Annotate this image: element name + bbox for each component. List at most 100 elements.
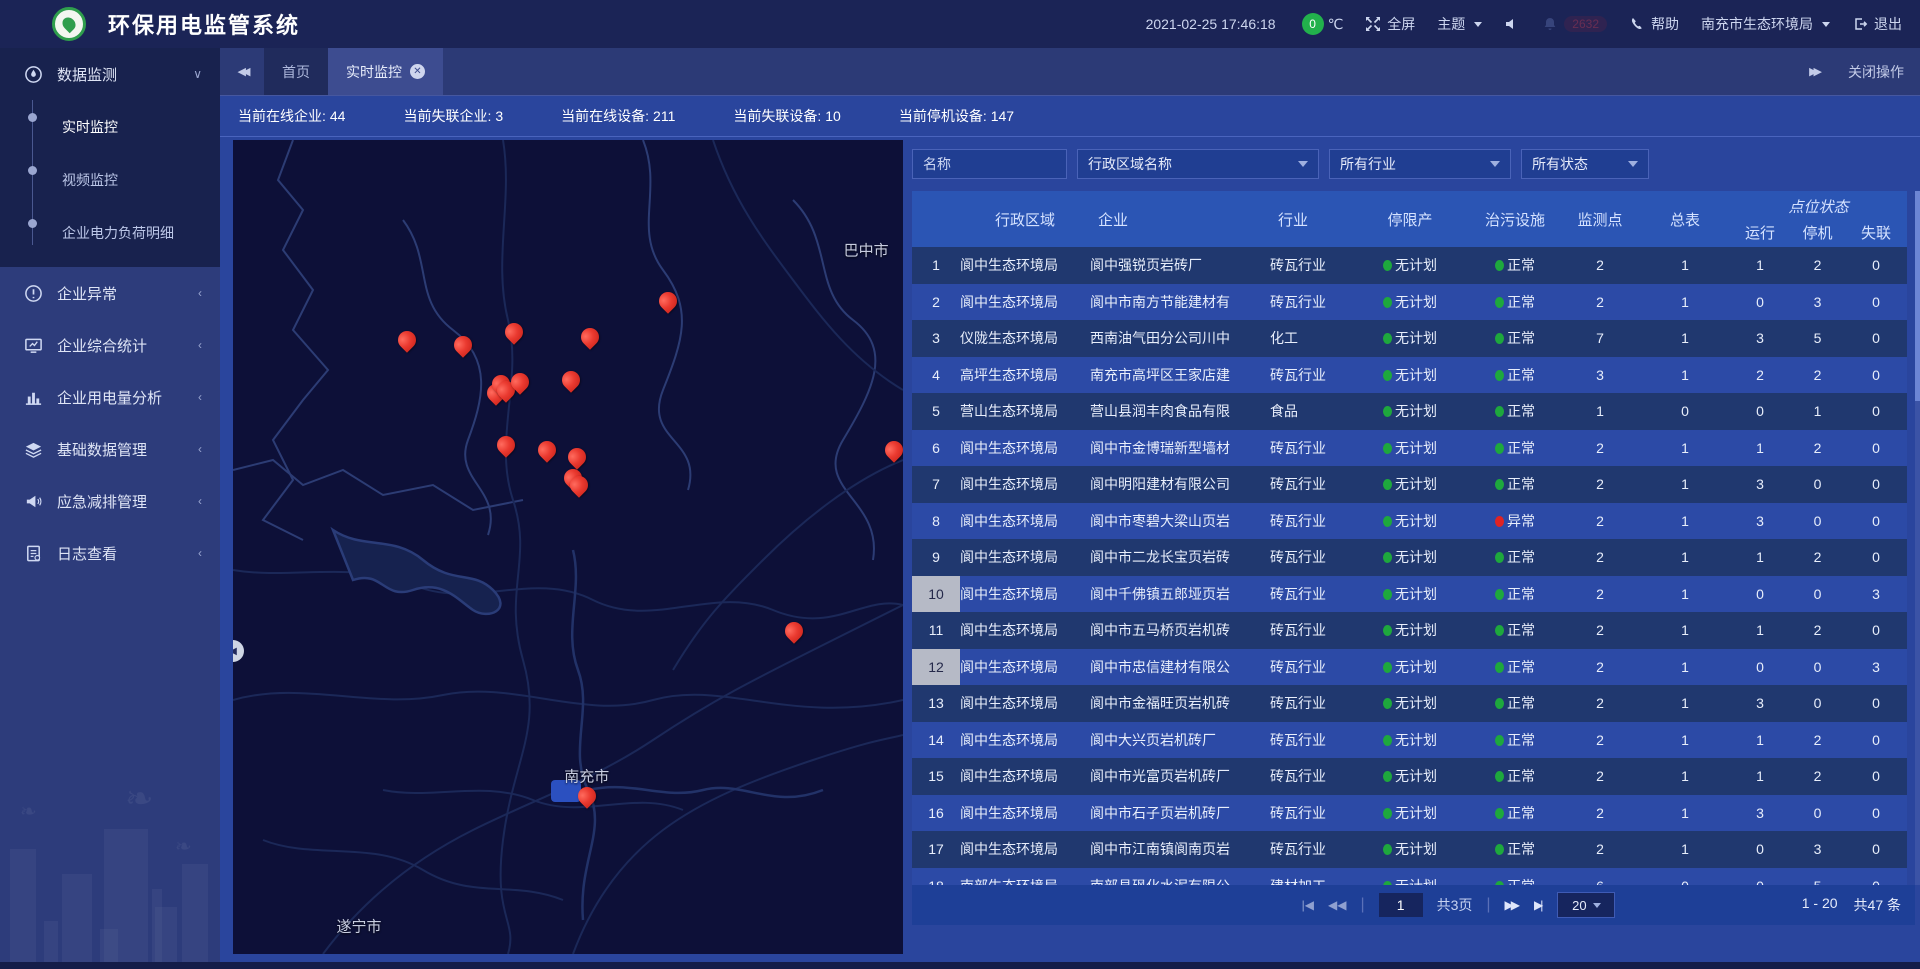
tab-home[interactable]: 首页: [264, 48, 328, 95]
next-page-button[interactable]: ▶▶: [1505, 898, 1520, 912]
table-scrollbar[interactable]: [1915, 191, 1920, 885]
map-pin[interactable]: [510, 372, 530, 398]
status-dot: [1383, 443, 1392, 454]
page-size-select[interactable]: 20: [1557, 892, 1615, 918]
map-pin[interactable]: [504, 322, 524, 348]
region-select[interactable]: 行政区域名称: [1077, 149, 1319, 179]
close-operations-button[interactable]: 关闭操作: [1848, 62, 1904, 82]
mute-button[interactable]: [1504, 16, 1520, 32]
logout-icon: [1852, 16, 1868, 32]
region-cell: 阆中生态环境局: [960, 584, 1090, 604]
fullscreen-button[interactable]: 全屏: [1365, 14, 1415, 34]
map-pin[interactable]: [397, 330, 417, 356]
stop-count-cell: 2: [1790, 768, 1845, 784]
industry-cell: 砖瓦行业: [1270, 511, 1350, 531]
org-dropdown[interactable]: 南充市生态环境局: [1701, 14, 1830, 34]
region-select-value: 行政区域名称: [1088, 154, 1172, 174]
chevron-left-icon: ‹: [198, 546, 202, 560]
tab-close-icon[interactable]: ✕: [410, 64, 425, 79]
table-row[interactable]: 9 阆中生态环境局 阆中市二龙长宝页岩砖 砖瓦行业 无计划 正常 2 1 1 2…: [912, 539, 1907, 576]
status-dot: [1495, 625, 1504, 636]
industry-cell: 砖瓦行业: [1270, 803, 1350, 823]
last-page-button[interactable]: ▶|: [1534, 898, 1543, 912]
table-row[interactable]: 3 仪陇生态环境局 西南油气田分公司川中 化工 无计划 正常 7 1 3 5 0: [912, 320, 1907, 357]
status-select[interactable]: 所有状态: [1521, 149, 1649, 179]
table-row[interactable]: 17 阆中生态环境局 阆中市江南镇阆南页岩 砖瓦行业 无计划 正常 2 1 0 …: [912, 831, 1907, 868]
map-panel[interactable]: ◀ 巴中市 南充市 遂宁市: [233, 140, 903, 954]
lost-count-cell: 3: [1845, 659, 1907, 675]
chevron-down-icon: [1474, 22, 1482, 27]
megaphone-icon: [24, 492, 43, 511]
table-row[interactable]: 11 阆中生态环境局 阆中市五马桥页岩机砖 砖瓦行业 无计划 正常 2 1 1 …: [912, 612, 1907, 649]
run-count-cell: 0: [1730, 878, 1790, 885]
theme-dropdown[interactable]: 主题: [1437, 14, 1482, 34]
map-pin[interactable]: [884, 440, 903, 466]
lost-count-cell: 0: [1845, 257, 1907, 273]
region-cell: 阆中生态环境局: [960, 474, 1090, 494]
table-row[interactable]: 14 阆中生态环境局 阆中大兴页岩机砖厂 砖瓦行业 无计划 正常 2 1 1 2…: [912, 722, 1907, 759]
table-row[interactable]: 2 阆中生态环境局 阆中市南方节能建材有 砖瓦行业 无计划 正常 2 1 0 3…: [912, 284, 1907, 321]
sidebar-item-enterprise-abnormal[interactable]: 企业异常 ‹: [0, 267, 220, 319]
map-pin[interactable]: [577, 786, 597, 812]
sidebar-item-data-monitoring[interactable]: 数据监测 ∨: [0, 48, 220, 100]
map-pin[interactable]: [784, 621, 804, 647]
sidebar-item-power-analysis[interactable]: 企业用电量分析 ‹: [0, 371, 220, 423]
tab-bar: ◀◀ 首页 实时监控 ✕ ▶▶ 关闭操作: [220, 48, 1920, 96]
run-count-cell: 3: [1730, 695, 1790, 711]
table-row[interactable]: 5 营山生态环境局 营山县润丰肉食品有限 食品 无计划 正常 1 0 0 1 0: [912, 393, 1907, 430]
company-cell: 阆中市二龙长宝页岩砖: [1090, 547, 1270, 567]
sidebar-submenu-item[interactable]: 实时监控: [0, 100, 220, 153]
tab-realtime-monitoring[interactable]: 实时监控 ✕: [328, 48, 443, 95]
stop-count-cell: 0: [1790, 695, 1845, 711]
sidebar-item-basic-data[interactable]: 基础数据管理 ‹: [0, 423, 220, 475]
table-row[interactable]: 12 阆中生态环境局 阆中市忠信建材有限公 砖瓦行业 无计划 正常 2 1 0 …: [912, 649, 1907, 686]
map-pin[interactable]: [453, 335, 473, 361]
map-pin[interactable]: [658, 291, 678, 317]
meter-cell: 1: [1640, 257, 1730, 273]
prev-page-button[interactable]: ◀◀: [1328, 898, 1346, 912]
first-page-button[interactable]: |◀: [1302, 898, 1314, 912]
map-pin[interactable]: [561, 370, 581, 396]
table-row[interactable]: 1 阆中生态环境局 阆中强锐页岩砖厂 砖瓦行业 无计划 正常 2 1 1 2 0: [912, 247, 1907, 284]
scrollbar-thumb[interactable]: [1915, 191, 1920, 401]
stop-count-cell: 2: [1790, 732, 1845, 748]
tab-scroll-left-button[interactable]: ◀◀: [220, 48, 264, 95]
table-row[interactable]: 15 阆中生态环境局 阆中市光富页岩机砖厂 砖瓦行业 无计划 正常 2 1 1 …: [912, 758, 1907, 795]
stat-stopped-devices: 当前停机设备:147: [899, 106, 1014, 126]
sidebar-submenu-item[interactable]: 视频监控: [0, 153, 220, 206]
map-pin[interactable]: [496, 435, 516, 461]
chevron-down-icon: [1822, 22, 1830, 27]
stop-count-cell: 0: [1790, 805, 1845, 821]
tab-scroll-right-button[interactable]: ▶▶: [1809, 65, 1822, 78]
page-number-input[interactable]: [1379, 893, 1423, 917]
notifications[interactable]: 2632: [1542, 16, 1607, 32]
table-row[interactable]: 16 阆中生态环境局 阆中市石子页岩机砖厂 砖瓦行业 无计划 正常 2 1 3 …: [912, 795, 1907, 832]
map-pin[interactable]: [569, 475, 589, 501]
map-pin[interactable]: [580, 327, 600, 353]
table-row[interactable]: 7 阆中生态环境局 阆中明阳建材有限公司 砖瓦行业 无计划 正常 2 1 3 0…: [912, 466, 1907, 503]
name-search-input[interactable]: [912, 149, 1067, 179]
map-pin[interactable]: [537, 440, 557, 466]
total-pages-label: 共3页: [1437, 895, 1473, 915]
table-header: 行政区域 企业 行业 停限产 治污设施 监测点 总表 点位状态 运行 停机 失联: [912, 191, 1907, 247]
sidebar-submenu-item[interactable]: 企业电力负荷明细: [0, 206, 220, 259]
meter-cell: 1: [1640, 659, 1730, 675]
meter-cell: 1: [1640, 586, 1730, 602]
app-header: 环保用电监管系统 2021-02-25 17:46:18 0 ℃ 全屏 主题: [0, 0, 1920, 48]
table-row[interactable]: 4 高坪生态环境局 南充市高坪区王家店建 砖瓦行业 无计划 正常 3 1 2 2…: [912, 357, 1907, 394]
chevron-left-icon: ‹: [198, 494, 202, 508]
table-row[interactable]: 6 阆中生态环境局 阆中市金博瑞新型墙材 砖瓦行业 无计划 正常 2 1 1 2…: [912, 430, 1907, 467]
table-row[interactable]: 13 阆中生态环境局 阆中市金福旺页岩机砖 砖瓦行业 无计划 正常 2 1 3 …: [912, 685, 1907, 722]
sidebar-item-enterprise-statistics[interactable]: 企业综合统计 ‹: [0, 319, 220, 371]
facility-status-cell: 正常: [1470, 255, 1560, 275]
logout-button[interactable]: 退出: [1852, 14, 1902, 34]
sidebar-item-log-view[interactable]: 日志查看 ‹: [0, 527, 220, 579]
table-row[interactable]: 8 阆中生态环境局 阆中市枣碧大梁山页岩 砖瓦行业 无计划 异常 2 1 3 0…: [912, 503, 1907, 540]
help-button[interactable]: 帮助: [1629, 14, 1679, 34]
map-city-label: 南充市: [564, 765, 609, 786]
table-row[interactable]: 10 阆中生态环境局 阆中千佛镇五郎垭页岩 砖瓦行业 无计划 正常 2 1 0 …: [912, 576, 1907, 613]
industry-select[interactable]: 所有行业: [1329, 149, 1511, 179]
table-row[interactable]: 18 南部生态环境局 南部县砜化水泥有限公 建材加工 无计划 正常 6 0 0 …: [912, 868, 1907, 886]
sidebar-item-emergency-reduction[interactable]: 应急减排管理 ‹: [0, 475, 220, 527]
submenu-item-label: 企业电力负荷明细: [62, 223, 174, 243]
